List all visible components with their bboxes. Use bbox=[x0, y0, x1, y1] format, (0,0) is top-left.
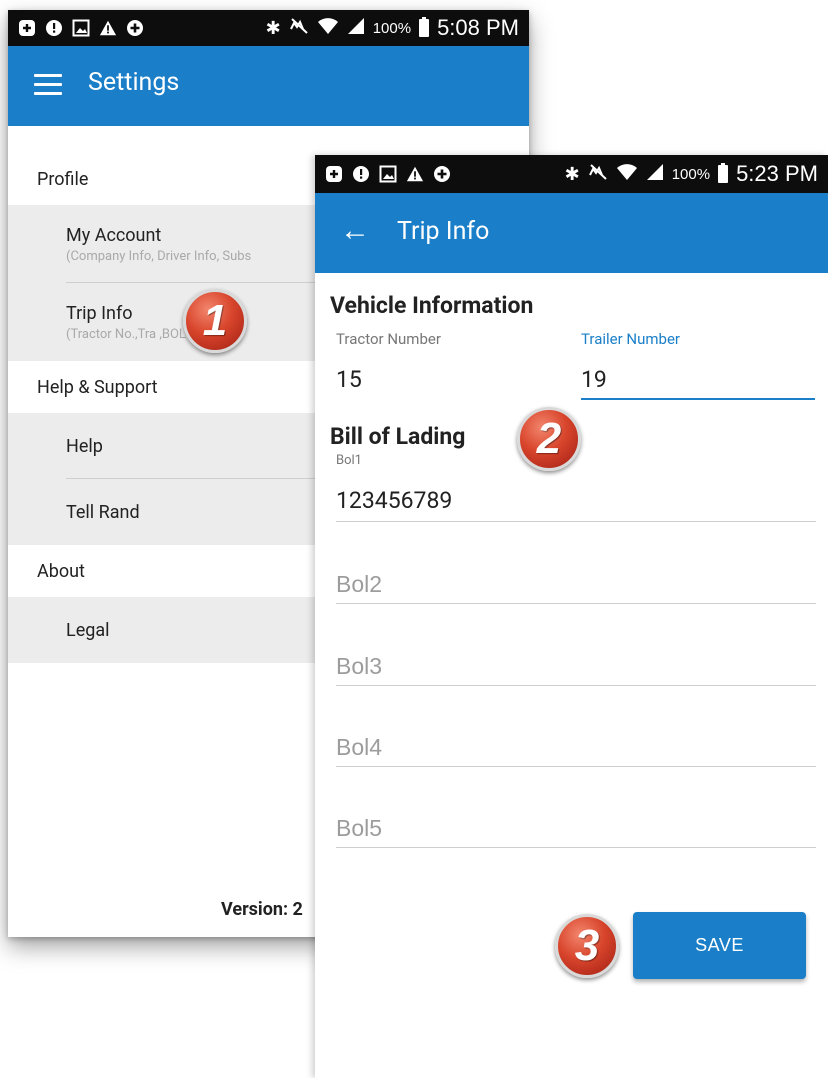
info-icon bbox=[352, 165, 370, 183]
trailer-number-underline bbox=[581, 398, 815, 400]
battery-percent: 100% bbox=[671, 165, 711, 183]
page-title: Settings bbox=[88, 68, 180, 97]
hamburger-menu-icon[interactable] bbox=[34, 74, 62, 96]
status-time: 5:08 PM bbox=[437, 15, 519, 40]
bol4-underline bbox=[336, 766, 816, 767]
bol5-field[interactable] bbox=[336, 812, 816, 844]
step-badge-1: 1 bbox=[183, 289, 247, 353]
wifi-icon bbox=[317, 17, 339, 40]
bol1-underline bbox=[336, 521, 816, 522]
bluetooth-icon: ✱ bbox=[265, 17, 281, 38]
bol2-underline bbox=[336, 603, 816, 604]
bol3-field[interactable] bbox=[336, 650, 816, 682]
image-icon bbox=[72, 19, 90, 37]
back-arrow-icon[interactable]: ← bbox=[340, 211, 370, 251]
step-badge-2: 2 bbox=[517, 407, 581, 471]
status-time: 5:23 PM bbox=[736, 161, 818, 186]
bol1-label: Bol1 bbox=[336, 453, 362, 468]
image-icon bbox=[379, 165, 397, 183]
mute-icon bbox=[588, 163, 608, 186]
save-button[interactable]: SAVE bbox=[633, 912, 806, 979]
battery-icon bbox=[718, 163, 729, 183]
trailer-number-label: Trailer Number bbox=[581, 330, 680, 348]
vehicle-information-title: Vehicle Information bbox=[330, 292, 534, 319]
status-bar: ✱ 100% 5:08 PM bbox=[8, 10, 529, 46]
tractor-number-label: Tractor Number bbox=[336, 330, 441, 348]
page-title: Trip Info bbox=[397, 217, 490, 246]
add-box-icon bbox=[325, 165, 343, 183]
bol3-underline bbox=[336, 685, 816, 686]
warning-icon bbox=[99, 19, 117, 37]
settings-item-label: Tell Rand bbox=[66, 501, 140, 523]
warning-icon bbox=[406, 165, 424, 183]
status-bar: ✱ 100% 5:23 PM bbox=[315, 155, 828, 193]
bol5-underline bbox=[336, 847, 816, 848]
bill-of-lading-title: Bill of Lading bbox=[330, 423, 466, 450]
settings-item-label: Legal bbox=[66, 619, 110, 641]
app-bar: Settings bbox=[8, 46, 529, 126]
trailer-number-field[interactable]: 19 bbox=[581, 366, 607, 393]
bol1-field[interactable]: 123456789 bbox=[336, 487, 452, 514]
battery-percent: 100% bbox=[372, 19, 412, 37]
signal-icon bbox=[347, 17, 365, 40]
app-bar: ← Trip Info bbox=[315, 193, 828, 273]
plus-circle-icon bbox=[433, 165, 451, 183]
info-icon bbox=[45, 19, 63, 37]
mute-icon bbox=[289, 17, 309, 40]
plus-circle-icon bbox=[126, 19, 144, 37]
tractor-number-field[interactable]: 15 bbox=[336, 366, 362, 393]
settings-item-label: Help bbox=[66, 435, 103, 457]
add-box-icon bbox=[18, 19, 36, 37]
step-badge-3: 3 bbox=[555, 914, 619, 978]
bluetooth-icon: ✱ bbox=[564, 163, 580, 184]
battery-icon bbox=[419, 17, 430, 37]
signal-icon bbox=[646, 163, 664, 186]
wifi-icon bbox=[616, 163, 638, 186]
bol2-field[interactable] bbox=[336, 568, 816, 600]
bol4-field[interactable] bbox=[336, 731, 816, 763]
version-label: Version: 2 bbox=[221, 899, 303, 920]
